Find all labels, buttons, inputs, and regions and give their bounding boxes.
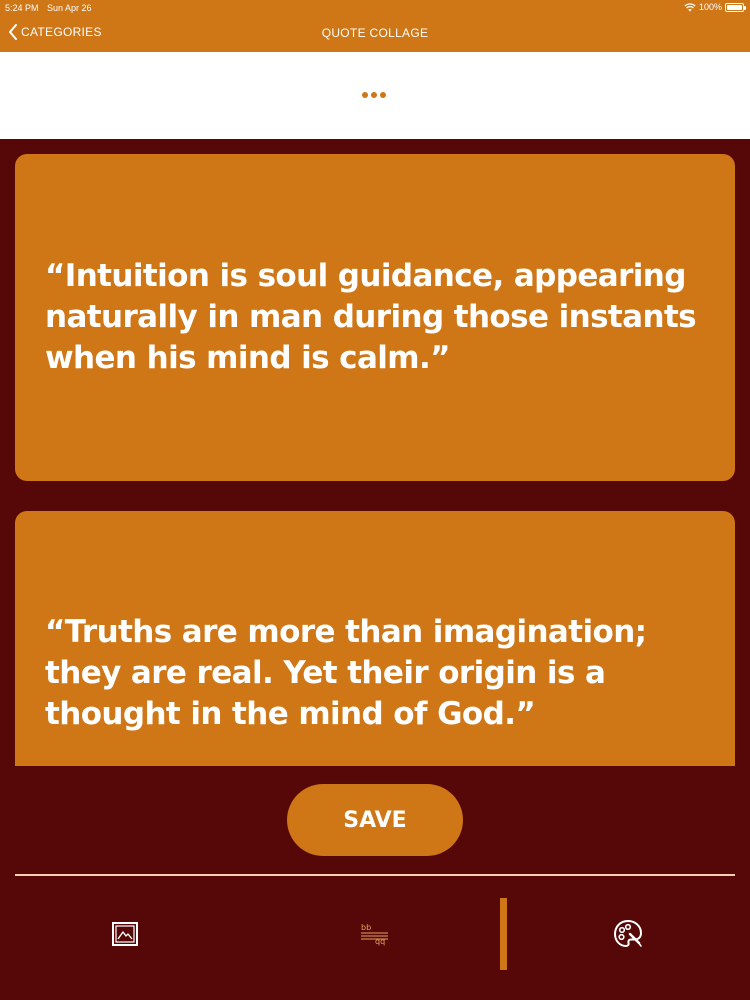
selected-tab-indicator bbox=[500, 898, 507, 970]
navigation-bar: CATEGORIES QUOTE COLLAGE bbox=[0, 16, 750, 52]
tab-color-palette[interactable] bbox=[613, 919, 643, 954]
status-indicators: 100% bbox=[684, 2, 746, 12]
status-date: Sun Apr 26 bbox=[47, 3, 92, 13]
quote-list[interactable]: “Intuition is soul guidance, appearing n… bbox=[0, 139, 750, 766]
loading-dot bbox=[380, 92, 386, 98]
wifi-icon bbox=[684, 2, 696, 11]
font-style-icon: bb qq bbox=[361, 923, 388, 946]
battery-percent: 100% bbox=[698, 2, 722, 12]
quote-card[interactable]: “Intuition is soul guidance, appearing n… bbox=[15, 154, 735, 481]
loading-dot bbox=[371, 92, 377, 98]
image-icon bbox=[112, 922, 138, 946]
palette-icon bbox=[613, 919, 643, 948]
quote-text: “Intuition is soul guidance, appearing n… bbox=[45, 258, 697, 376]
status-time: 5:24 PM bbox=[5, 3, 39, 13]
quote-text: “Truths are more than imagination; they … bbox=[45, 614, 647, 732]
tab-font-style[interactable]: bb qq bbox=[361, 922, 389, 951]
status-bar: 5:24 PM Sun Apr 26 100% bbox=[0, 0, 750, 16]
save-button[interactable]: SAVE bbox=[287, 784, 463, 856]
page-title: QUOTE COLLAGE bbox=[321, 26, 429, 40]
quote-card[interactable]: “Truths are more than imagination; they … bbox=[15, 511, 735, 766]
svg-text:qq: qq bbox=[375, 937, 385, 946]
svg-text:bb: bb bbox=[361, 923, 371, 932]
battery-icon bbox=[725, 2, 746, 12]
tab-background-image[interactable] bbox=[112, 922, 138, 951]
loading-indicator bbox=[362, 92, 386, 98]
loading-dot bbox=[362, 92, 368, 98]
